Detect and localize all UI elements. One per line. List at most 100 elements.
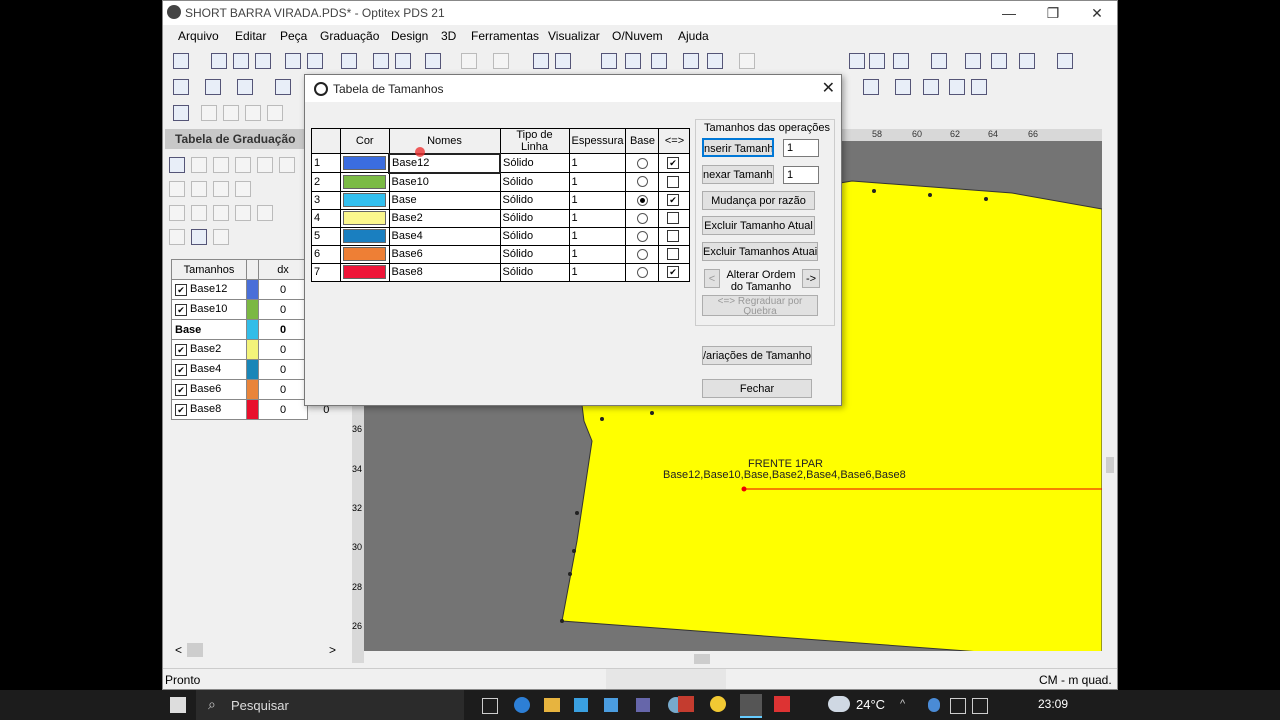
line-type-cell[interactable]: Sólido <box>499 262 570 282</box>
grade-rule4-icon[interactable] <box>235 157 251 173</box>
horizontal-scrollbar[interactable] <box>364 651 1102 667</box>
grade-align4-icon[interactable] <box>235 205 251 221</box>
print-icon[interactable] <box>285 53 301 69</box>
fill-icon[interactable] <box>625 53 641 69</box>
thickness-cell[interactable]: 1 <box>568 172 627 192</box>
swap-checkbox[interactable]: ✔ <box>666 157 679 170</box>
status-tool-icons[interactable] <box>606 669 726 689</box>
panel-scroll-left[interactable]: < <box>175 643 182 657</box>
grade-mirror-icon[interactable] <box>169 229 185 245</box>
clock[interactable]: 23:09 <box>1038 697 1068 711</box>
order-prev-button[interactable]: < <box>704 269 720 288</box>
color-cell[interactable] <box>340 153 390 173</box>
line-type-cell[interactable]: Sólido <box>499 172 570 192</box>
grade-rule-icon[interactable] <box>169 157 185 173</box>
table-row[interactable]: 2 Base10 Sólido 1 <box>311 172 691 192</box>
snap-icon[interactable] <box>173 79 189 95</box>
size-checkbox[interactable]: ✔ <box>175 363 187 376</box>
color-swatch[interactable] <box>343 174 386 189</box>
annex-size-button[interactable]: nexar Tamanho <box>702 165 774 184</box>
minimize-button[interactable]: — <box>987 1 1031 25</box>
menu-onuvem[interactable]: O/Nuvem <box>612 29 663 43</box>
color-cell[interactable] <box>340 208 390 228</box>
cut-icon[interactable] <box>533 53 549 69</box>
color-swatch[interactable] <box>343 265 386 279</box>
menu-editar[interactable]: Editar <box>235 29 266 43</box>
grade-down-icon[interactable] <box>169 181 185 197</box>
color-cell[interactable] <box>340 262 390 282</box>
size-checkbox[interactable]: ✔ <box>175 283 187 296</box>
calculator-icon[interactable] <box>636 698 650 712</box>
color-swatch[interactable] <box>343 247 386 261</box>
grade-rule2-icon[interactable] <box>191 157 207 173</box>
name-cell[interactable]: Base10 <box>388 172 501 192</box>
points-icon[interactable] <box>651 53 667 69</box>
delete-all-sizes-button[interactable]: Excluir Tamanhos Atuais <box>702 242 818 261</box>
menu-3d[interactable]: 3D <box>441 29 456 43</box>
grade-down2-icon[interactable] <box>191 181 207 197</box>
image-icon[interactable] <box>237 79 253 95</box>
size-checkbox[interactable]: ✔ <box>175 403 187 416</box>
line-type-cell[interactable]: Sólido <box>499 190 570 210</box>
base-radio[interactable] <box>636 157 648 169</box>
text-icon[interactable] <box>1019 53 1035 69</box>
color-cell[interactable] <box>340 190 390 210</box>
grade-link-icon[interactable] <box>213 181 229 197</box>
table-row[interactable]: 1 Base12 Sólido 1 ✔ <box>311 152 691 174</box>
grade-x-icon[interactable] <box>245 105 261 121</box>
nest-icon[interactable] <box>949 79 965 95</box>
line-type-cell[interactable]: Sólido <box>499 244 570 264</box>
grade-rule6-icon[interactable] <box>279 157 295 173</box>
close-window-button[interactable]: ✕ <box>1075 1 1117 25</box>
temperature[interactable]: 24°C <box>856 697 885 712</box>
menu-graduacao[interactable]: Graduação <box>320 29 379 43</box>
new-file-icon[interactable] <box>211 53 227 69</box>
chrome-icon[interactable] <box>710 696 726 712</box>
check-icon[interactable] <box>205 79 221 95</box>
grade-align2-icon[interactable] <box>191 205 207 221</box>
color-swatch[interactable] <box>343 193 386 207</box>
table-row[interactable]: 7 Base8 Sólido 1 ✔ <box>311 262 691 282</box>
table-row[interactable]: 3 Base Sólido 1 ✔ <box>311 190 691 210</box>
swap-checkbox[interactable] <box>666 248 679 261</box>
weather-icon[interactable] <box>828 696 850 712</box>
print-layout-icon[interactable] <box>863 79 879 95</box>
close-dialog-button[interactable]: Fechar <box>702 379 812 398</box>
select-arrow-icon[interactable] <box>173 53 189 69</box>
name-cell[interactable]: Base6 <box>388 244 501 264</box>
size-variations-button[interactable]: /ariações de Tamanho.. <box>702 346 812 365</box>
name-cell[interactable]: Base2 <box>388 208 501 228</box>
optitex-taskbar-icon[interactable] <box>740 694 762 718</box>
delete-current-size-button[interactable]: Excluir Tamanho Atual <box>702 216 815 235</box>
swap-checkbox[interactable]: ✔ <box>666 194 679 207</box>
ruler-icon[interactable] <box>965 53 981 69</box>
cross-icon[interactable] <box>991 53 1007 69</box>
menu-arquivo[interactable]: Arquivo <box>178 29 219 43</box>
measure-icon[interactable] <box>601 53 617 69</box>
annex-count-input[interactable]: 1 <box>783 166 819 184</box>
thickness-cell[interactable]: 1 <box>568 244 627 264</box>
size-checkbox[interactable]: ✔ <box>175 343 187 356</box>
color-cell[interactable] <box>340 172 390 192</box>
grade-align5-icon[interactable] <box>257 205 273 221</box>
thickness-cell[interactable]: 1 <box>568 190 627 210</box>
undo-icon[interactable] <box>461 53 477 69</box>
taskbar-search[interactable]: ⌕ Pesquisar <box>196 690 464 720</box>
name-cell[interactable]: Base4 <box>388 226 501 246</box>
seam-icon[interactable] <box>923 79 939 95</box>
notch-icon[interactable] <box>683 53 699 69</box>
swap-checkbox[interactable] <box>666 230 679 243</box>
ratio-change-button[interactable]: Mudança por razão <box>702 191 815 210</box>
thickness-cell[interactable]: 1 <box>568 226 627 246</box>
mail-icon[interactable] <box>604 698 618 712</box>
powerpoint-icon[interactable] <box>678 696 694 712</box>
line-type-cell[interactable]: Sólido <box>499 226 570 246</box>
grade-table-icon[interactable] <box>173 105 189 121</box>
grade-snap-icon[interactable] <box>213 229 229 245</box>
grade-align-icon[interactable] <box>169 205 185 221</box>
task-view-icon[interactable] <box>482 698 498 714</box>
marker-icon[interactable] <box>341 53 357 69</box>
color-cell[interactable] <box>340 244 390 264</box>
base-radio[interactable] <box>636 230 648 242</box>
vertical-scrollbar[interactable] <box>1102 141 1117 651</box>
